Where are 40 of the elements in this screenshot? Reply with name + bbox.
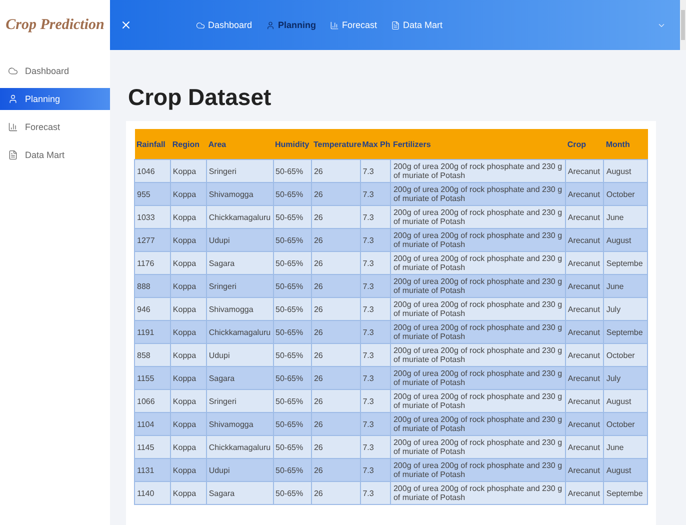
- table-cell: Sagara: [206, 482, 273, 504]
- cloud-icon: [8, 66, 18, 76]
- close-icon[interactable]: [120, 19, 132, 31]
- column-header[interactable]: Max Ph: [360, 129, 391, 160]
- user-icon: [8, 94, 18, 104]
- table-cell: 1046: [134, 160, 170, 182]
- column-header[interactable]: Rainfall: [134, 129, 170, 160]
- column-header[interactable]: Temperature: [311, 129, 360, 160]
- table-cell: Septembe: [604, 482, 648, 504]
- document-icon: [391, 20, 400, 30]
- table-cell: 50-65%: [273, 482, 312, 504]
- sidebar-item[interactable]: Forecast: [0, 116, 110, 138]
- table-cell: 7.3: [360, 482, 391, 504]
- table-cell: Koppa: [170, 482, 206, 504]
- nav-link[interactable]: Data Mart: [391, 20, 443, 30]
- table-cell: Arecanut: [565, 482, 604, 504]
- table-cell: 200g of urea 200g of rock phosphate and 230 g of muriate of Potash: [390, 160, 566, 182]
- sidebar-item[interactable]: Planning: [0, 88, 110, 110]
- column-header[interactable]: Crop: [565, 129, 604, 160]
- document-icon: [8, 150, 18, 160]
- page-title: Crop Dataset: [128, 84, 272, 111]
- scrollbar[interactable]: [680, 0, 686, 50]
- column-header[interactable]: Humidity: [273, 129, 312, 160]
- nav-link[interactable]: Planning: [266, 20, 316, 30]
- nav-link[interactable]: Forecast: [330, 20, 378, 30]
- brand-logo: Crop Prediction: [0, 0, 110, 50]
- table-cell: 26: [311, 482, 360, 504]
- table-cell: 200g of urea 200g of rock phosphate and 230 g of muriate of Potash: [390, 482, 566, 504]
- nav-link[interactable]: Dashboard: [196, 20, 252, 30]
- sidebar-item[interactable]: Data Mart: [0, 144, 110, 166]
- table-cell: 1140: [134, 482, 170, 504]
- sidebar-item[interactable]: Dashboard: [0, 60, 110, 82]
- column-header[interactable]: Region: [170, 129, 206, 160]
- bar-chart-icon: [330, 20, 340, 30]
- user-icon: [266, 20, 276, 30]
- column-header[interactable]: Area: [206, 129, 273, 160]
- column-header[interactable]: Month: [604, 129, 648, 160]
- cloud-icon: [196, 20, 205, 30]
- column-header[interactable]: Fertilizers: [390, 129, 566, 160]
- bar-chart-icon: [8, 122, 18, 132]
